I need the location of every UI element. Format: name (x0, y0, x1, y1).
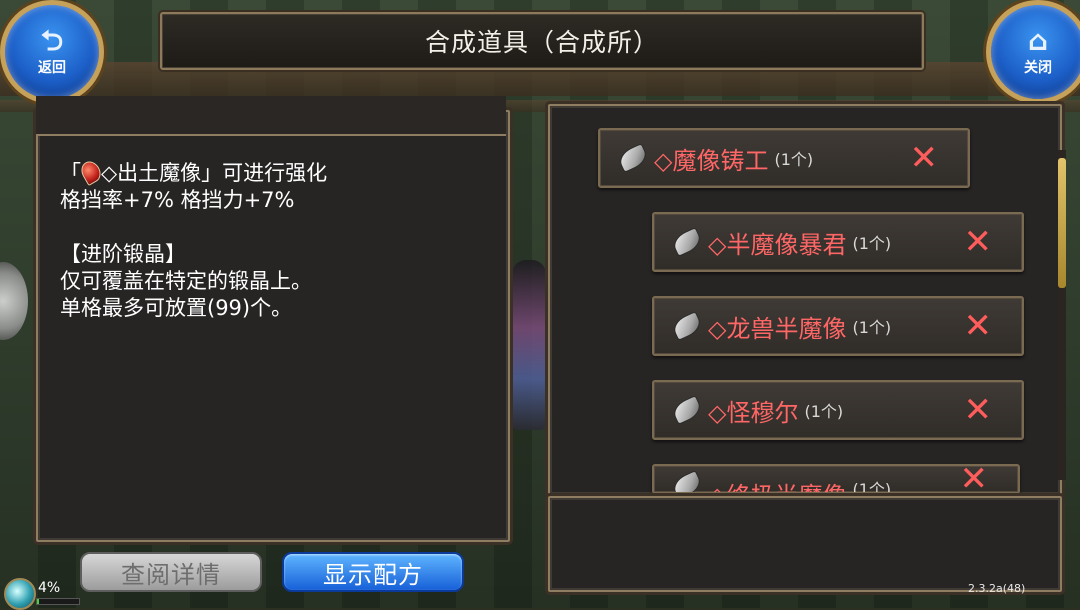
progress-percent: 4% (38, 580, 61, 596)
feather-icon (671, 396, 703, 424)
material-item[interactable]: ◇半魔像暴君 (1个) ✕ (652, 212, 1024, 272)
description-text: 」可进行强化 (201, 161, 328, 185)
version-label: 2.3.2a(48) (968, 582, 1026, 595)
remove-icon[interactable]: ✕ (910, 141, 939, 175)
category-heading: 【进阶锻晶】 (60, 242, 186, 266)
feather-icon (671, 228, 703, 256)
stat-bonus-line: 格挡率+7% 格挡力+7% (60, 188, 295, 212)
back-arrow-icon: ⮌ (40, 24, 64, 57)
material-count: (1个) (852, 480, 892, 494)
description-line: 仅可覆盖在特定的锻晶上。 (60, 269, 312, 293)
energy-orb-icon (4, 578, 36, 610)
material-item[interactable]: ◇终极半魔像 (1个) ✕ (652, 464, 1020, 494)
page-title: 合成道具（合成所） (424, 28, 659, 57)
background-character (512, 260, 546, 430)
feather-icon (671, 312, 703, 340)
material-name: ◇半魔像暴君 (708, 230, 847, 259)
view-details-button[interactable]: 查阅详情 (80, 552, 262, 592)
material-name: ◇魔像铸工 (654, 146, 769, 175)
material-name: ◇怪穆尔 (708, 398, 799, 427)
progress-bar-fill (37, 599, 39, 604)
material-count: (1个) (852, 234, 892, 253)
item-description: 「 ◇出土魔像」可进行强化 格挡率+7% 格挡力+7% 【进阶锻晶】 仅可覆盖在特… (60, 157, 490, 322)
title-bar: 合成道具（合成所） (160, 12, 924, 70)
show-recipe-button[interactable]: 显示配方 (282, 552, 464, 592)
progress-bar (36, 598, 80, 605)
description-panel-header (36, 96, 506, 136)
feather-icon (617, 144, 649, 172)
material-name: ◇龙兽半魔像 (708, 314, 847, 343)
bracket-open: 「 (60, 161, 81, 185)
material-item[interactable]: ◇魔像铸工 (1个) ✕ (598, 128, 970, 188)
material-name: ◇终极半魔像 (708, 476, 846, 492)
description-line: 单格最多可放置(99)个。 (60, 296, 293, 320)
back-button[interactable]: ⮌ 返回 (0, 0, 104, 104)
material-count: (1个) (804, 402, 844, 421)
result-panel (548, 496, 1062, 592)
close-button-label: 关闭 (1024, 60, 1052, 76)
remove-icon[interactable]: ✕ (960, 466, 989, 492)
close-button[interactable]: ⌂ 关闭 (986, 0, 1080, 104)
home-icon: ⌂ (1027, 24, 1049, 57)
description-line: 「 ◇出土魔像」可进行强化 (60, 157, 490, 187)
scrollbar-thumb[interactable] (1058, 158, 1066, 288)
material-item[interactable]: ◇怪穆尔 (1个) ✕ (652, 380, 1024, 440)
material-count: (1个) (852, 318, 892, 337)
remove-icon[interactable]: ✕ (964, 225, 993, 259)
remove-icon[interactable]: ✕ (964, 309, 993, 343)
target-item-name: ◇出土魔像 (101, 161, 202, 185)
materials-scrollbar[interactable] (1058, 150, 1066, 480)
material-count: (1个) (774, 150, 814, 169)
material-item[interactable]: ◇龙兽半魔像 (1个) ✕ (652, 296, 1024, 356)
remove-icon[interactable]: ✕ (964, 393, 993, 427)
feather-icon (671, 471, 703, 492)
back-button-label: 返回 (38, 60, 66, 76)
